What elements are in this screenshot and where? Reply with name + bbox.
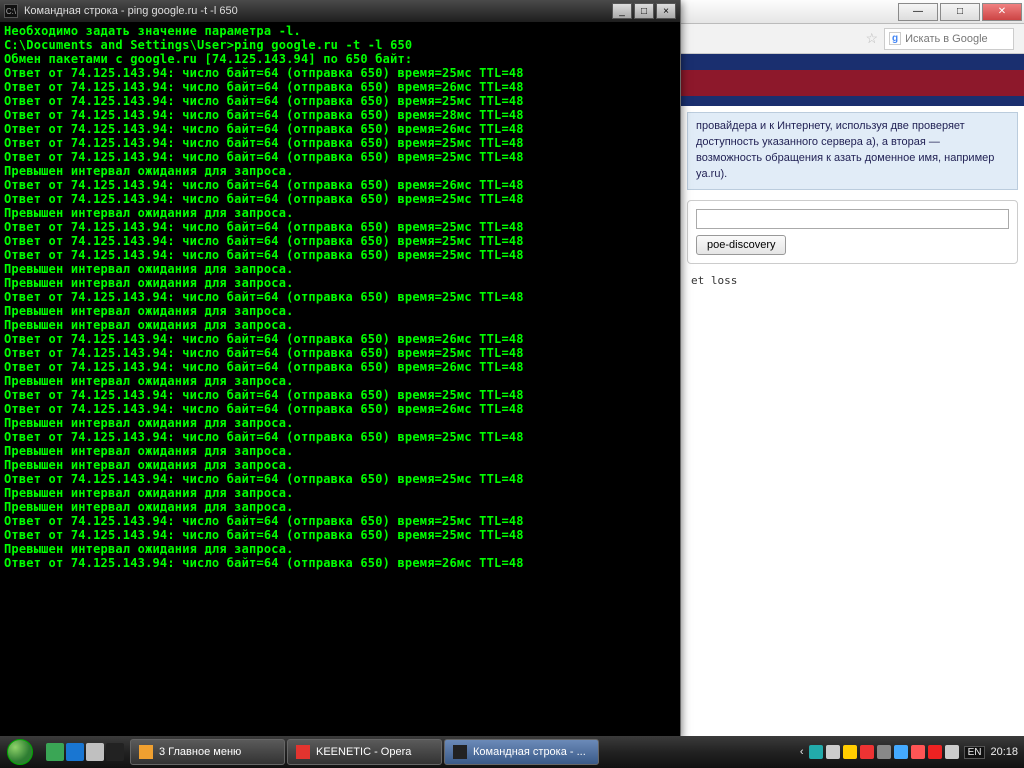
terminal-line: Превышен интервал ожидания для запроса. <box>4 318 676 332</box>
google-g-icon: g <box>889 32 901 45</box>
terminal-line: Ответ от 74.125.143.94: число байт=64 (о… <box>4 472 676 486</box>
quick-launch-icon[interactable] <box>66 743 84 761</box>
windows-orb-icon <box>7 739 33 765</box>
cmd-title: Командная строка - ping google.ru -t -l … <box>24 5 238 17</box>
search-placeholder: Искать в Google <box>905 33 988 45</box>
bookmark-star-icon[interactable]: ☆ <box>865 30 878 47</box>
browser-toolbar: ☆ g Искать в Google <box>681 24 1024 54</box>
maximize-button[interactable]: □ <box>634 3 654 19</box>
terminal-line: Превышен интервал ожидания для запроса. <box>4 276 676 290</box>
terminal-line: Превышен интервал ожидания для запроса. <box>4 374 676 388</box>
terminal-line: Обмен пакетами с google.ru [74.125.143.9… <box>4 52 676 66</box>
page-accent-bar <box>681 70 1024 96</box>
terminal-line: Превышен интервал ожидания для запроса. <box>4 304 676 318</box>
terminal-line: Необходимо задать значение параметра -l. <box>4 24 676 38</box>
terminal-line: Ответ от 74.125.143.94: число байт=64 (о… <box>4 136 676 150</box>
terminal-line: Ответ от 74.125.143.94: число байт=64 (о… <box>4 556 676 570</box>
terminal-line: Ответ от 74.125.143.94: число байт=64 (о… <box>4 360 676 374</box>
system-tray[interactable]: ‹ EN 20:18 <box>794 745 1024 759</box>
task-button[interactable]: Командная строка - ... <box>444 739 599 765</box>
terminal-line: Превышен интервал ожидания для запроса. <box>4 458 676 472</box>
terminal-line: Ответ от 74.125.143.94: число байт=64 (о… <box>4 346 676 360</box>
taskbar[interactable]: 3 Главное меню KEENETIC - Opera Командная … <box>0 736 1024 768</box>
browser-titlebar[interactable]: — □ ✕ <box>681 0 1024 24</box>
task-icon <box>296 745 310 759</box>
tray-icon[interactable] <box>894 745 908 759</box>
task-icon <box>453 745 467 759</box>
tray-icon[interactable] <box>911 745 925 759</box>
task-label: 3 Главное меню <box>159 746 241 758</box>
task-button[interactable]: 3 Главное меню <box>130 739 285 765</box>
terminal-line: Ответ от 74.125.143.94: число байт=64 (о… <box>4 234 676 248</box>
start-button[interactable] <box>0 736 40 768</box>
terminal-line: Ответ от 74.125.143.94: число байт=64 (о… <box>4 94 676 108</box>
task-label: Командная строка - ... <box>473 746 586 758</box>
task-button[interactable]: KEENETIC - Opera <box>287 739 442 765</box>
terminal-line: Превышен интервал ожидания для запроса. <box>4 164 676 178</box>
terminal-line: Ответ от 74.125.143.94: число байт=64 (о… <box>4 388 676 402</box>
clock[interactable]: 20:18 <box>990 746 1018 758</box>
minimize-button[interactable]: _ <box>612 3 632 19</box>
quick-launch <box>40 743 130 761</box>
cmd-window: C:\ Командная строка - ping google.ru -t… <box>0 0 680 738</box>
tray-icon[interactable] <box>945 745 959 759</box>
terminal-line: Превышен интервал ожидания для запроса. <box>4 542 676 556</box>
page-header-bar <box>681 54 1024 70</box>
terminal-line: Ответ от 74.125.143.94: число байт=64 (о… <box>4 248 676 262</box>
quick-launch-icon[interactable] <box>86 743 104 761</box>
tray-chevron-icon[interactable]: ‹ <box>800 746 804 758</box>
tray-icon[interactable] <box>928 745 942 759</box>
quick-launch-icon[interactable] <box>46 743 64 761</box>
tray-icon[interactable] <box>860 745 874 759</box>
terminal-line: Ответ от 74.125.143.94: число байт=64 (о… <box>4 108 676 122</box>
tray-icon[interactable] <box>826 745 840 759</box>
language-indicator[interactable]: EN <box>964 746 986 759</box>
search-box[interactable]: g Искать в Google <box>884 28 1014 50</box>
terminal-line: Ответ от 74.125.143.94: число байт=64 (о… <box>4 66 676 80</box>
terminal-line: Превышен интервал ожидания для запроса. <box>4 500 676 514</box>
tray-icon[interactable] <box>843 745 857 759</box>
minimize-button[interactable]: — <box>898 3 938 21</box>
terminal-line: Ответ от 74.125.143.94: число байт=64 (о… <box>4 402 676 416</box>
terminal-line: Ответ от 74.125.143.94: число байт=64 (о… <box>4 528 676 542</box>
terminal-line: Ответ от 74.125.143.94: число байт=64 (о… <box>4 150 676 164</box>
task-buttons: 3 Главное меню KEENETIC - Opera Командная … <box>130 738 794 766</box>
output-snippet: et loss <box>691 274 1014 287</box>
terminal-line: Превышен интервал ожидания для запроса. <box>4 206 676 220</box>
tray-icon[interactable] <box>809 745 823 759</box>
cmd-titlebar[interactable]: C:\ Командная строка - ping google.ru -t… <box>0 0 680 22</box>
domain-input[interactable] <box>696 209 1009 229</box>
info-panel-text: провайдера и к Интернету, используя две … <box>696 120 994 180</box>
terminal-line: C:\Documents and Settings\User>ping goog… <box>4 38 676 52</box>
terminal-line: Ответ от 74.125.143.94: число байт=64 (о… <box>4 122 676 136</box>
discovery-button[interactable]: poe-discovery <box>696 235 786 255</box>
terminal-line: Ответ от 74.125.143.94: число байт=64 (о… <box>4 178 676 192</box>
tray-icon[interactable] <box>877 745 891 759</box>
task-icon <box>139 745 153 759</box>
info-panel: провайдера и к Интернету, используя две … <box>687 112 1018 190</box>
close-button[interactable]: ✕ <box>982 3 1022 21</box>
terminal-line: Превышен интервал ожидания для запроса. <box>4 416 676 430</box>
terminal-line: Ответ от 74.125.143.94: число байт=64 (о… <box>4 430 676 444</box>
terminal-line: Ответ от 74.125.143.94: число байт=64 (о… <box>4 290 676 304</box>
terminal-line: Ответ от 74.125.143.94: число байт=64 (о… <box>4 220 676 234</box>
task-label: KEENETIC - Opera <box>316 746 411 758</box>
terminal-output[interactable]: Необходимо задать значение параметра -l.… <box>0 22 680 738</box>
close-button[interactable]: × <box>656 3 676 19</box>
input-panel: poe-discovery <box>687 200 1018 264</box>
terminal-line: Превышен интервал ожидания для запроса. <box>4 444 676 458</box>
quick-launch-icon[interactable] <box>106 743 124 761</box>
terminal-line: Ответ от 74.125.143.94: число байт=64 (о… <box>4 192 676 206</box>
cmd-icon: C:\ <box>4 4 18 18</box>
terminal-line: Ответ от 74.125.143.94: число байт=64 (о… <box>4 514 676 528</box>
page-divider <box>681 96 1024 106</box>
maximize-button[interactable]: □ <box>940 3 980 21</box>
terminal-line: Превышен интервал ожидания для запроса. <box>4 486 676 500</box>
terminal-line: Ответ от 74.125.143.94: число байт=64 (о… <box>4 332 676 346</box>
browser-window: — □ ✕ ☆ g Искать в Google провайдера и к… <box>680 0 1024 736</box>
terminal-line: Ответ от 74.125.143.94: число байт=64 (о… <box>4 80 676 94</box>
terminal-line: Превышен интервал ожидания для запроса. <box>4 262 676 276</box>
